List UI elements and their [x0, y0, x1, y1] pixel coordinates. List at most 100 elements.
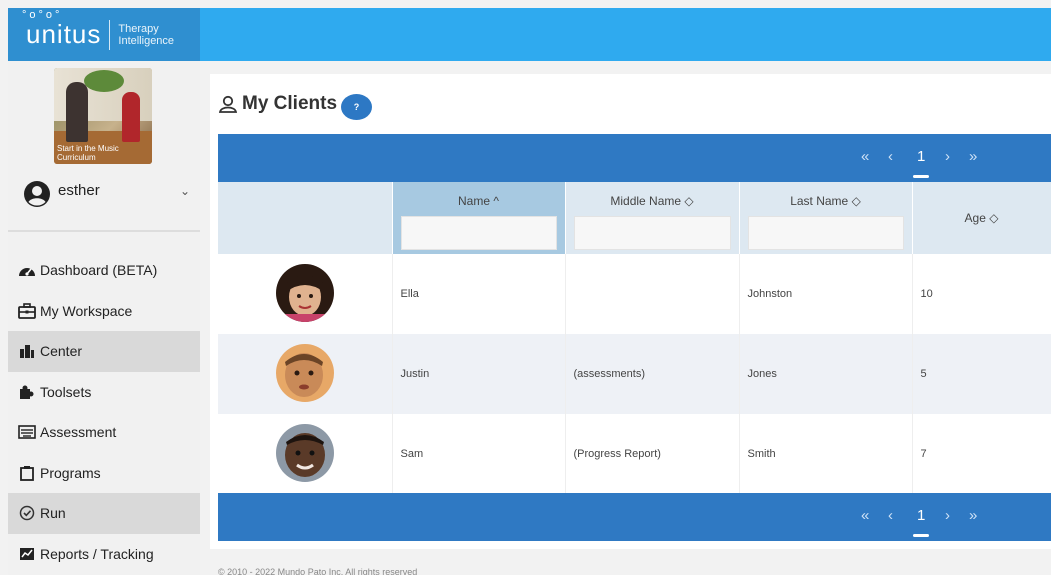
prev-page-button[interactable]: ‹	[888, 148, 893, 165]
sidebar-item-label: Center	[40, 343, 83, 360]
last-page-button[interactable]: »	[969, 507, 977, 524]
next-page-button[interactable]: ›	[945, 148, 950, 165]
first-page-button[interactable]: «	[861, 507, 869, 524]
last-name-column-header[interactable]: Last Name ◇	[739, 182, 913, 254]
sidebar: °o°o° unitus Therapy Intelligence Start …	[8, 8, 200, 575]
last-name-column-label: Last Name ◇	[790, 194, 861, 208]
current-page[interactable]: 1	[917, 148, 925, 165]
main-content: My Clients ? « ‹ 1 › » Name ^ Middle Nam…	[210, 74, 1051, 549]
app: °o°o° unitus Therapy Intelligence Start …	[0, 0, 1051, 575]
user-avatar-icon	[24, 181, 50, 207]
age-column-label: Age ◇	[964, 211, 999, 225]
sidebar-item-toolsets[interactable]: Toolsets	[8, 372, 200, 413]
age-column-header[interactable]: Age ◇	[912, 182, 1051, 254]
avatar-cell	[218, 414, 393, 494]
sidebar-divider	[8, 230, 200, 232]
briefcase-icon	[18, 302, 36, 319]
table-row[interactable]: Sam (Progress Report) Smith 7	[218, 414, 1051, 494]
middle-name-cell: (Progress Report)	[565, 414, 740, 494]
child-face-icon	[275, 343, 334, 402]
middle-name-column-label: Middle Name ◇	[610, 194, 694, 208]
check-circle-icon	[18, 505, 36, 521]
profile-photo[interactable]: Start in the Music Curriculum	[54, 68, 152, 164]
name-column-header[interactable]: Name ^	[392, 182, 566, 254]
brand-name: unitus	[26, 19, 102, 49]
middle-name-cell	[565, 254, 740, 334]
user-menu[interactable]: esther ⌄	[24, 180, 194, 208]
brand-wordmark: °o°o° unitus	[22, 9, 102, 50]
sidebar-item-my-workspace[interactable]: My Workspace	[8, 291, 200, 332]
table-row[interactable]: Ella Johnston 10	[218, 254, 1051, 334]
first-name-cell: Sam	[392, 414, 566, 494]
sidebar-nav: Dashboard (BETA) My Workspace Center Too…	[8, 250, 200, 574]
avatar-column-header	[218, 182, 393, 254]
age-cell: 7	[912, 414, 1051, 494]
name-filter-input[interactable]	[400, 216, 557, 250]
avatar[interactable]	[275, 343, 334, 402]
last-name-cell: Johnston	[739, 254, 913, 334]
first-name-cell: Ella	[392, 254, 566, 334]
sidebar-item-center[interactable]: Center	[8, 331, 200, 372]
page-header: My Clients ?	[218, 88, 373, 120]
clipboard-icon	[18, 465, 36, 481]
avatar[interactable]	[275, 423, 334, 482]
brand-separator	[109, 19, 111, 50]
current-page-underline	[913, 175, 929, 178]
last-name-filter-input[interactable]	[747, 216, 904, 250]
middle-name-column-header[interactable]: Middle Name ◇	[565, 182, 740, 254]
photo-plant	[84, 70, 124, 92]
chevron-down-icon[interactable]: ⌄	[180, 184, 190, 198]
prev-page-button[interactable]: ‹	[888, 507, 893, 524]
middle-name-cell: (assessments)	[565, 334, 740, 414]
photo-child	[122, 92, 140, 142]
age-cell: 5	[912, 334, 1051, 414]
next-page-button[interactable]: ›	[945, 507, 950, 524]
user-name: esther	[58, 181, 100, 199]
current-page-underline	[913, 534, 929, 537]
brand-logo[interactable]: °o°o° unitus Therapy Intelligence	[8, 8, 200, 61]
age-cell: 10	[912, 254, 1051, 334]
brand-subtitle-line2: Intelligence	[118, 34, 175, 47]
last-name-cell: Smith	[739, 414, 913, 494]
table-header-row: Name ^ Middle Name ◇ Last Name ◇ Age ◇	[218, 182, 1051, 254]
sidebar-item-assessment[interactable]: Assessment	[8, 412, 200, 453]
brand-dots: °o°o°	[22, 9, 63, 21]
last-name-cell: Jones	[739, 334, 913, 414]
sidebar-item-programs[interactable]: Programs	[8, 453, 200, 494]
clients-table: Name ^ Middle Name ◇ Last Name ◇ Age ◇ E…	[218, 182, 1051, 494]
avatar[interactable]	[275, 263, 334, 322]
pagination-bottom: « ‹ 1 › »	[218, 493, 1051, 541]
photo-caption: Start in the Music Curriculum	[57, 144, 119, 162]
sidebar-item-run[interactable]: Run	[8, 493, 200, 534]
sidebar-item-reports[interactable]: Reports / Tracking	[8, 534, 200, 575]
sidebar-item-label: Run	[40, 505, 66, 522]
sidebar-item-label: Assessment	[40, 424, 117, 441]
avatar-cell	[218, 254, 393, 334]
sidebar-item-label: Reports / Tracking	[40, 545, 154, 562]
sidebar-item-label: My Workspace	[40, 302, 133, 319]
sidebar-item-label: Toolsets	[40, 383, 92, 400]
brand-subtitle: Therapy Intelligence	[118, 23, 174, 47]
current-page[interactable]: 1	[917, 507, 925, 524]
sidebar-item-label: Programs	[40, 464, 101, 481]
middle-name-filter-input[interactable]	[573, 216, 731, 250]
sidebar-item-label: Dashboard (BETA)	[40, 262, 158, 279]
help-button[interactable]: ?	[341, 94, 373, 120]
first-name-cell: Justin	[392, 334, 566, 414]
keyboard-icon	[18, 424, 36, 440]
table-row[interactable]: Justin (assessments) Jones 5	[218, 334, 1051, 414]
last-page-button[interactable]: »	[969, 148, 977, 165]
pagination-top: « ‹ 1 › »	[218, 134, 1051, 182]
photo-adult	[66, 82, 88, 142]
page-title: My Clients	[242, 93, 338, 114]
brand-subtitle-line1: Therapy	[118, 22, 159, 35]
sidebar-item-dashboard[interactable]: Dashboard (BETA)	[8, 250, 200, 291]
users-icon	[218, 95, 238, 113]
avatar-cell	[218, 334, 393, 414]
first-page-button[interactable]: «	[861, 148, 869, 165]
puzzle-icon	[18, 384, 36, 400]
child-face-icon	[275, 423, 334, 482]
dashboard-icon	[18, 262, 36, 278]
footer-copyright: © 2010 - 2022 Mundo Pato Inc. All rights…	[218, 567, 418, 575]
top-bar	[200, 8, 1051, 61]
